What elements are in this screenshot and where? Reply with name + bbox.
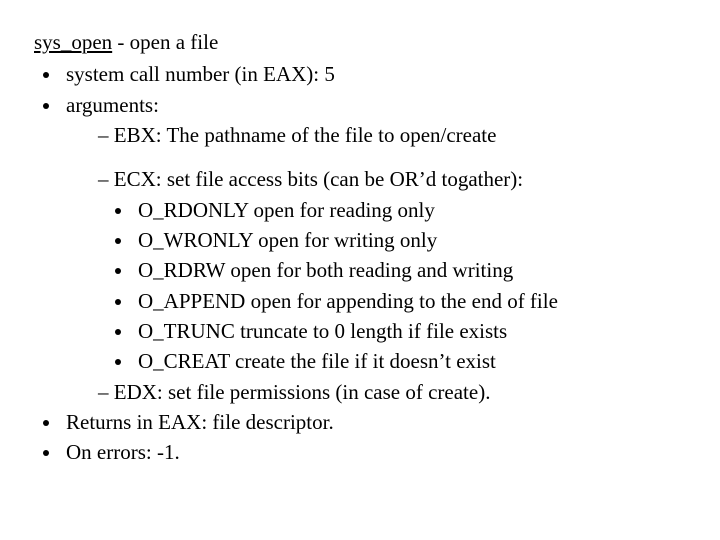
ecx-flags-list: O_RDONLY open for reading only O_WRONLY … — [98, 196, 700, 376]
syscall-name: sys_open — [34, 30, 112, 54]
slide-title: sys_open - open a file — [34, 28, 700, 56]
flag-item: O_APPEND open for appending to the end o… — [134, 287, 700, 315]
arg-ecx-label: ECX: set file access bits (can be OR’d t… — [114, 167, 523, 191]
bullet-list-continued: ECX: set file access bits (can be OR’d t… — [34, 165, 700, 406]
args-continued: ECX: set file access bits (can be OR’d t… — [62, 165, 700, 406]
bullet-syscall-number: system call number (in EAX): 5 — [62, 60, 700, 88]
bullet-arguments: arguments: EBX: The pathname of the file… — [62, 91, 700, 150]
args-list: EBX: The pathname of the file to open/cr… — [66, 121, 700, 149]
arg-ebx: EBX: The pathname of the file to open/cr… — [98, 121, 700, 149]
arg-ecx: ECX: set file access bits (can be OR’d t… — [98, 165, 700, 375]
arg-edx: EDX: set file permissions (in case of cr… — [98, 378, 700, 406]
args-list-2: ECX: set file access bits (can be OR’d t… — [66, 165, 700, 406]
flag-item: O_WRONLY open for writing only — [134, 226, 700, 254]
syscall-desc: - open a file — [112, 30, 218, 54]
flag-item: O_RDONLY open for reading only — [134, 196, 700, 224]
spacer — [34, 151, 700, 163]
bullet-errors: On errors: -1. — [62, 438, 700, 466]
bullet-arguments-label: arguments: — [66, 93, 159, 117]
bullet-list: system call number (in EAX): 5 arguments… — [34, 60, 700, 149]
slide-body: sys_open - open a file system call numbe… — [0, 0, 720, 489]
bullet-returns: Returns in EAX: file descriptor. — [62, 408, 700, 436]
flag-item: O_CREAT create the file if it doesn’t ex… — [134, 347, 700, 375]
bullet-list-tail: Returns in EAX: file descriptor. On erro… — [34, 408, 700, 467]
flag-item: O_RDRW open for both reading and writing — [134, 256, 700, 284]
flag-item: O_TRUNC truncate to 0 length if file exi… — [134, 317, 700, 345]
